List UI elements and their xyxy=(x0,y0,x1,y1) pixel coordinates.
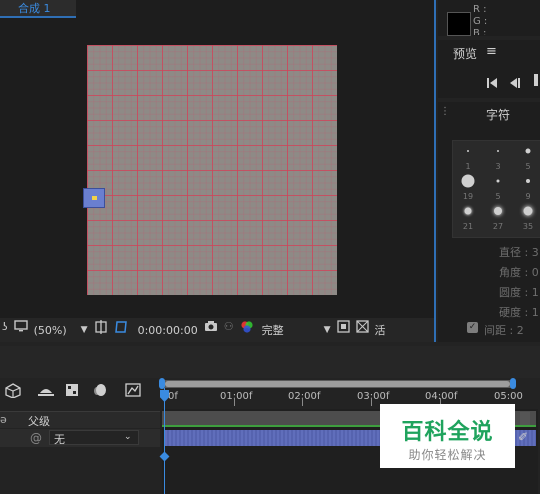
preview-title: 预览 xyxy=(453,47,478,61)
g-label: G : xyxy=(473,16,488,27)
brush-tip[interactable]: 5 xyxy=(483,173,513,203)
brush-tip-grid: 1 3 5 19 5 9 21 27 35 xyxy=(452,140,540,238)
roundness-label: 圆度 : 1 xyxy=(499,286,539,299)
brush-tip[interactable]: 3 xyxy=(483,143,513,173)
watermark: 百科全说 助你轻松解决 xyxy=(380,404,515,468)
watermark-title: 百科全说 xyxy=(401,420,494,445)
transparency-grid-icon[interactable] xyxy=(114,320,128,340)
brush-tip[interactable]: 27 xyxy=(483,203,513,233)
brush-tip[interactable]: 5 xyxy=(513,143,540,173)
region-of-interest-icon[interactable] xyxy=(94,320,108,340)
brush-tip[interactable]: 21 xyxy=(453,203,483,233)
frame-blending-icon[interactable] xyxy=(64,382,80,402)
layer-row[interactable]: @ 无 ⌄ xyxy=(0,429,160,447)
ruler-label: 05:00 xyxy=(494,391,523,402)
pick-whip-icon[interactable]: @ xyxy=(30,431,42,445)
ruler-label: 04:00f xyxy=(425,391,458,402)
motion-blur-icon[interactable] xyxy=(92,382,108,402)
always-preview-icon[interactable]: ʖ xyxy=(2,320,8,340)
angle-label: 角度 : 0 xyxy=(499,266,539,279)
shy-layers-icon[interactable] xyxy=(37,384,55,403)
camera-icon[interactable] xyxy=(204,320,218,340)
zoom-value: (50%) xyxy=(33,323,67,337)
monitor-icon[interactable] xyxy=(13,320,28,340)
label-column-icon[interactable]: ə xyxy=(0,413,7,426)
show-snapshot-icon[interactable]: ⚇ xyxy=(224,320,234,340)
chevron-down-icon: ⌄ xyxy=(124,432,132,442)
pen-tool-icon[interactable]: ✐ xyxy=(518,430,528,444)
ruler-tick xyxy=(302,398,303,406)
timecode-value: 0:00:00:00 xyxy=(137,323,198,337)
resolution-dropdown[interactable]: 完整 ▼ xyxy=(262,320,331,340)
spacing-label: 间距 : 2 xyxy=(484,324,524,337)
current-time-indicator[interactable] xyxy=(164,388,165,494)
previous-frame-icon[interactable] xyxy=(508,74,520,93)
brush-tip[interactable]: 35 xyxy=(513,203,540,233)
b-label: B : xyxy=(473,28,487,35)
comp-button[interactable] xyxy=(520,412,530,425)
color-channels-icon[interactable] xyxy=(240,320,254,340)
ruler-label: 01:00f xyxy=(220,391,253,402)
panel-menu-icon[interactable]: ≡ xyxy=(486,44,497,59)
navigator-range[interactable] xyxy=(165,381,510,387)
first-frame-icon[interactable] xyxy=(486,74,498,93)
composition-toolbar: ʖ (50%) ▼ 0:00:00:00 ⚇ 完整 ▼ 活 xyxy=(0,318,434,342)
ruler-tick xyxy=(234,398,235,406)
tab-label: 合成 1 xyxy=(18,2,51,15)
zoom-dropdown[interactable]: (50%) ▼ xyxy=(34,320,88,340)
chevron-down-icon: ▼ xyxy=(323,325,331,335)
play-icon[interactable] xyxy=(534,74,538,86)
resolution-value: 完整 xyxy=(261,324,284,337)
graph-editor-icon[interactable] xyxy=(125,382,141,402)
active-camera-label: 活 xyxy=(374,324,386,337)
parent-column-header: 父级 xyxy=(28,415,50,428)
watermark-subtitle: 助你轻松解决 xyxy=(408,448,487,462)
brush-tip[interactable]: 9 xyxy=(513,173,540,203)
diameter-label: 直径 : 3 xyxy=(499,246,539,259)
parent-dropdown[interactable]: 无 ⌄ xyxy=(49,430,139,446)
spacing-checkbox[interactable]: ✓ xyxy=(467,322,478,333)
color-swatch xyxy=(447,12,471,36)
panel-grip-icon[interactable]: ⋮ xyxy=(440,106,450,117)
timecode-display[interactable]: 0:00:00:00 xyxy=(138,320,198,340)
r-label: R : xyxy=(473,4,487,15)
transparency-toggle-icon[interactable] xyxy=(355,320,369,340)
navigator-end-handle[interactable] xyxy=(510,378,516,389)
anchor-point[interactable] xyxy=(92,196,97,200)
timeline-toolbar xyxy=(0,346,540,378)
chevron-down-icon: ▼ xyxy=(80,325,88,335)
character-title: 字符 xyxy=(486,108,511,122)
brush-tip[interactable]: 19 xyxy=(453,173,483,203)
parent-value: 无 xyxy=(54,433,65,446)
active-camera-dropdown[interactable]: 活 xyxy=(375,320,386,340)
brush-tip[interactable]: 1 xyxy=(453,143,483,173)
composition-canvas[interactable] xyxy=(87,45,337,295)
ruler-tick xyxy=(371,398,372,406)
tab-composition-1[interactable]: 合成 1 xyxy=(0,0,76,18)
layer-columns-header: ə 父级 xyxy=(0,411,160,428)
ruler-label: 02:00f xyxy=(288,391,321,402)
3d-draft-icon[interactable] xyxy=(4,382,22,402)
fast-previews-icon[interactable] xyxy=(336,320,350,340)
ruler-label: 0f xyxy=(168,391,178,402)
ruler-label: 03:00f xyxy=(357,391,390,402)
hardness-label: 硬度 : 1 xyxy=(499,306,539,319)
